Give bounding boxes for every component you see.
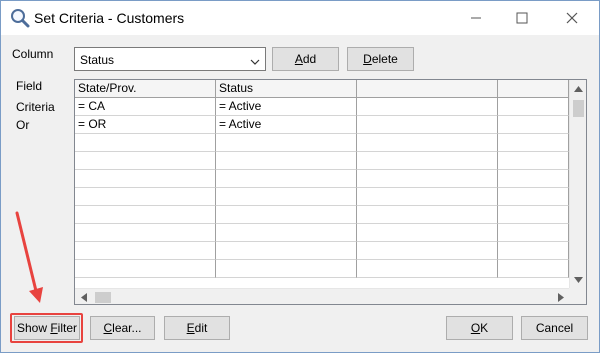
scroll-down-arrow-icon[interactable]: [570, 271, 586, 288]
add-button[interactable]: Add: [272, 47, 339, 71]
empty-row: [75, 152, 569, 170]
horizontal-scrollbar[interactable]: [75, 288, 569, 304]
grid-cell[interactable]: [75, 242, 216, 260]
grid-cell[interactable]: [357, 170, 498, 188]
grid-header-cell[interactable]: [357, 80, 498, 98]
edit-button[interactable]: Edit: [164, 316, 230, 340]
horizontal-scroll-thumb[interactable]: [95, 292, 111, 303]
grid-cell[interactable]: [357, 224, 498, 242]
grid-cell[interactable]: [216, 260, 357, 278]
grid-cell[interactable]: [357, 98, 498, 116]
scrollbar-corner: [569, 288, 586, 304]
grid-cell[interactable]: [75, 170, 216, 188]
ok-button[interactable]: OK: [446, 316, 513, 340]
grid-cell[interactable]: [357, 206, 498, 224]
grid-cell[interactable]: [216, 134, 357, 152]
grid-cell[interactable]: [357, 134, 498, 152]
grid-cell[interactable]: = Active: [216, 116, 357, 134]
close-icon[interactable]: [549, 1, 595, 35]
column-label: Column: [12, 47, 54, 61]
chevron-down-icon: [250, 55, 260, 69]
field-row-label: Field: [16, 79, 43, 93]
grid-cell[interactable]: [498, 98, 569, 116]
empty-row: [75, 206, 569, 224]
title-bar: Set Criteria - Customers: [1, 1, 599, 35]
grid-header-cell[interactable]: State/Prov.: [75, 80, 216, 98]
cancel-button[interactable]: Cancel: [521, 316, 588, 340]
grid-cell[interactable]: [357, 152, 498, 170]
grid-cell[interactable]: [357, 242, 498, 260]
grid-cell[interactable]: [75, 134, 216, 152]
grid-header-cell[interactable]: Status: [216, 80, 357, 98]
grid-cell[interactable]: [357, 188, 498, 206]
grid-header-cell[interactable]: [498, 80, 569, 98]
grid-cell[interactable]: [357, 260, 498, 278]
delete-button[interactable]: Delete: [347, 47, 414, 71]
empty-row: [75, 188, 569, 206]
maximize-icon[interactable]: [499, 1, 545, 35]
grid-cell[interactable]: [498, 242, 569, 260]
arrow-annotation-icon: [15, 211, 45, 307]
grid-cell[interactable]: [216, 188, 357, 206]
empty-row: [75, 170, 569, 188]
grid-cell[interactable]: [75, 206, 216, 224]
empty-row: [75, 224, 569, 242]
grid-cell[interactable]: [216, 242, 357, 260]
criteria-row-label: Criteria: [16, 100, 55, 114]
empty-row: [75, 242, 569, 260]
grid-cell[interactable]: [498, 188, 569, 206]
column-select-value: Status: [80, 53, 115, 67]
column-select[interactable]: Status: [74, 47, 266, 71]
set-criteria-dialog: Set Criteria - Customers Column Status A…: [0, 0, 600, 353]
grid-cell[interactable]: [498, 260, 569, 278]
minimize-icon[interactable]: [453, 1, 499, 35]
empty-row: [75, 260, 569, 278]
empty-row: [75, 134, 569, 152]
criteria-grid-body: State/Prov. Status = CA = Active = OR = …: [75, 80, 569, 288]
or-row-label: Or: [16, 118, 30, 132]
clear-button[interactable]: Clear...: [90, 316, 155, 340]
grid-cell[interactable]: [216, 206, 357, 224]
scroll-up-arrow-icon[interactable]: [570, 80, 586, 97]
grid-cell[interactable]: [75, 224, 216, 242]
grid-cell[interactable]: [75, 260, 216, 278]
grid-cell[interactable]: [498, 206, 569, 224]
grid-header-row: State/Prov. Status: [75, 80, 569, 98]
criteria-grid: State/Prov. Status = CA = Active = OR = …: [74, 79, 587, 305]
grid-cell[interactable]: = OR: [75, 116, 216, 134]
show-filter-button[interactable]: Show Filter: [14, 316, 80, 340]
search-icon: [10, 8, 30, 28]
grid-cell[interactable]: [216, 152, 357, 170]
grid-cell[interactable]: [498, 224, 569, 242]
grid-cell[interactable]: [75, 152, 216, 170]
scroll-right-arrow-icon[interactable]: [552, 289, 569, 304]
grid-cell[interactable]: [216, 224, 357, 242]
grid-cell[interactable]: [498, 152, 569, 170]
vertical-scroll-thumb[interactable]: [573, 100, 584, 117]
grid-cell[interactable]: = CA: [75, 98, 216, 116]
grid-cell[interactable]: [498, 134, 569, 152]
or-row: = OR = Active: [75, 116, 569, 134]
grid-cell[interactable]: = Active: [216, 98, 357, 116]
grid-cell[interactable]: [216, 170, 357, 188]
grid-cell[interactable]: [498, 116, 569, 134]
scroll-left-arrow-icon[interactable]: [75, 289, 92, 304]
criteria-row: = CA = Active: [75, 98, 569, 116]
grid-cell[interactable]: [357, 116, 498, 134]
grid-cell[interactable]: [498, 170, 569, 188]
window-title: Set Criteria - Customers: [34, 10, 185, 26]
grid-cell[interactable]: [75, 188, 216, 206]
vertical-scrollbar[interactable]: [569, 80, 586, 288]
